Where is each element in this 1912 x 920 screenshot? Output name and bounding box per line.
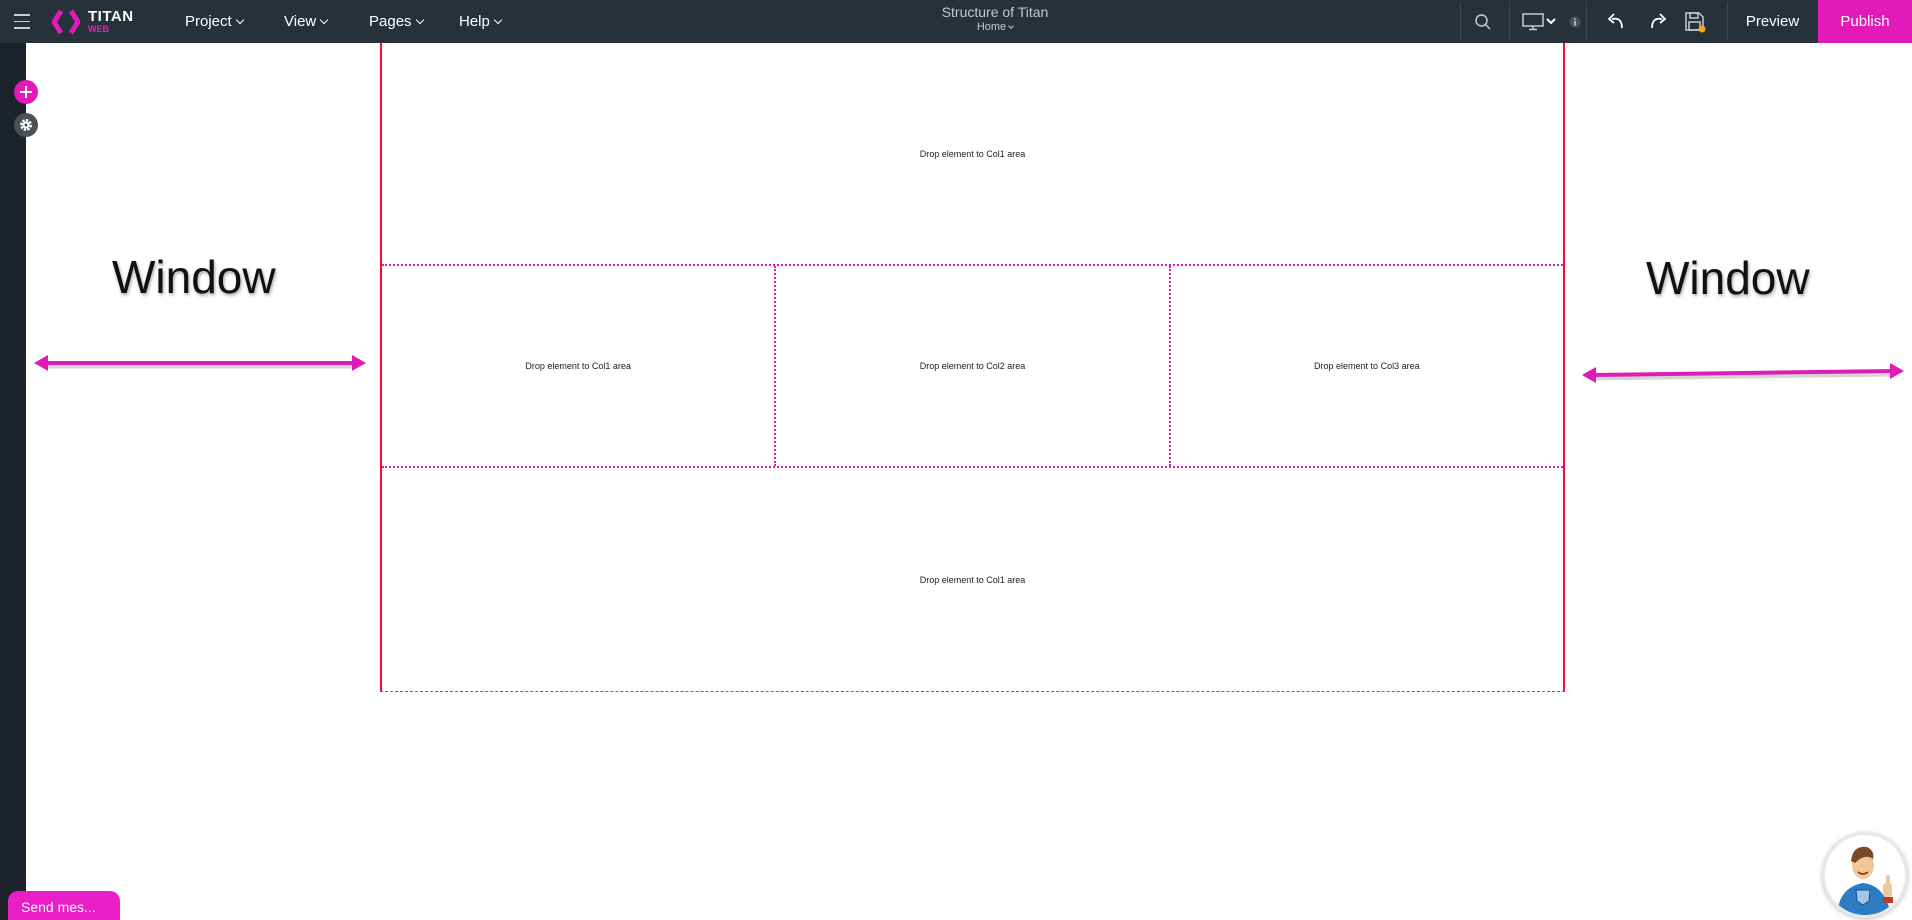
project-title: Structure of Titan [941, 4, 1049, 20]
divider [1586, 2, 1587, 40]
undo-icon [1607, 12, 1623, 28]
search-button[interactable] [1470, 0, 1496, 43]
page-container: Drop element to Col1 area Drop element t… [380, 43, 1565, 692]
divider [1727, 2, 1728, 40]
chevron-down-icon [235, 15, 244, 24]
top-bar: TITAN WEB Project View Pages Help Struct… [0, 0, 1912, 43]
menu-project-label: Project [185, 13, 232, 30]
chevron-down-icon [415, 15, 424, 24]
info-button[interactable] [1568, 0, 1582, 43]
window-label-left: Window [112, 251, 276, 303]
device-selector[interactable] [1522, 0, 1562, 43]
assistant-avatar[interactable] [1822, 832, 1908, 918]
current-page-label: Home [976, 21, 1007, 33]
mascot-icon [1837, 846, 1893, 915]
chevron-down-icon [493, 15, 503, 24]
row-2: Drop element to Col1 area Drop element t… [382, 264, 1563, 468]
menu-view-label: View [284, 13, 317, 30]
double-arrow-right-icon [1582, 363, 1904, 383]
divider [1460, 2, 1461, 40]
desktop-icon [1522, 12, 1556, 30]
add-element-button[interactable] [14, 80, 38, 104]
menu-help-label: Help [459, 13, 490, 30]
chevron-down-icon [320, 15, 329, 24]
drop-zone-row2-col3[interactable]: Drop element to Col3 area [1168, 266, 1563, 466]
redo-icon [1651, 12, 1667, 28]
menu-pages-label: Pages [369, 13, 412, 30]
chevron-down-icon [1008, 23, 1015, 29]
save-button[interactable] [1683, 0, 1707, 43]
preview-button[interactable]: Preview [1730, 0, 1815, 43]
plus-icon [20, 86, 32, 98]
menu-project[interactable]: Project [185, 0, 244, 43]
drop-zone-row1-col1[interactable]: Drop element to Col1 area [382, 43, 1563, 264]
drop-zone-row2-col1[interactable]: Drop element to Col1 area [382, 266, 774, 466]
menu-help[interactable]: Help [459, 0, 503, 43]
logo-title: TITAN [88, 8, 134, 25]
menu-view[interactable]: View [284, 0, 329, 43]
logo-subtitle: WEB [88, 24, 109, 34]
redo-button[interactable] [1645, 0, 1669, 43]
hamburger-icon[interactable] [13, 0, 31, 43]
double-arrow-left-icon [34, 355, 366, 371]
page-selector[interactable]: Home [895, 21, 1095, 33]
undo-button[interactable] [1605, 0, 1629, 43]
drop-zone-row2-col2[interactable]: Drop element to Col2 area [774, 266, 1168, 466]
search-icon [1475, 13, 1491, 30]
window-label-right: Window [1646, 252, 1810, 304]
save-icon [1685, 11, 1706, 32]
titan-logo[interactable]: TITAN WEB [52, 0, 134, 43]
menu-pages[interactable]: Pages [369, 0, 424, 43]
settings-button[interactable] [14, 113, 38, 137]
project-title-area: Structure of Titan Home [895, 4, 1095, 33]
info-icon [1569, 16, 1581, 27]
divider [1509, 2, 1510, 40]
drop-zone-row3-col1[interactable]: Drop element to Col1 area [382, 468, 1563, 692]
row-3: Drop element to Col1 area [382, 468, 1563, 692]
gear-icon [20, 119, 32, 131]
titan-logo-icon [52, 9, 80, 34]
send-message-button[interactable]: Send mes... [8, 891, 120, 920]
publish-button[interactable]: Publish [1818, 0, 1912, 43]
left-sidebar [0, 43, 26, 920]
row-1: Drop element to Col1 area [382, 43, 1563, 264]
